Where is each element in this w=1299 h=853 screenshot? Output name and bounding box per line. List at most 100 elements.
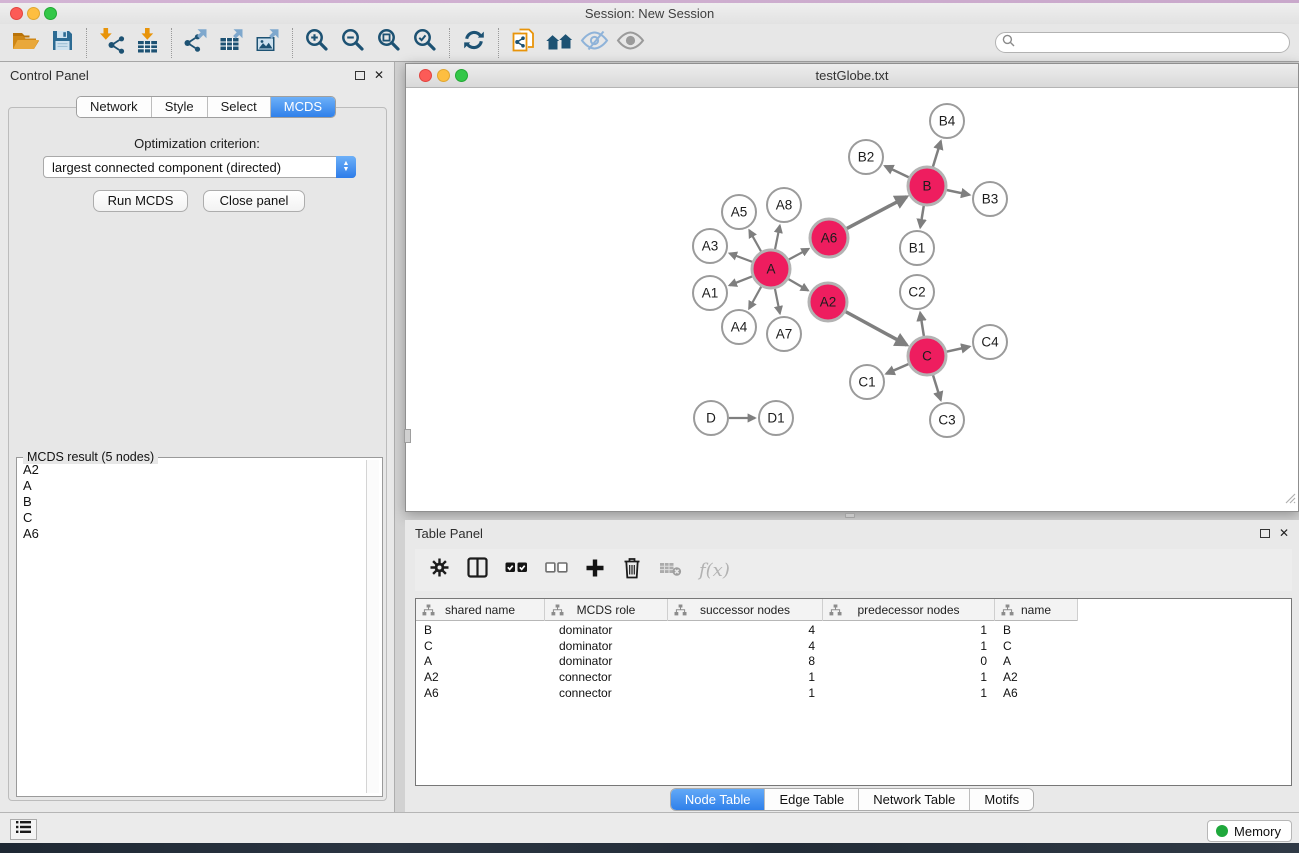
graph-edge-A6-B[interactable] <box>847 197 907 229</box>
select-all-button[interactable] <box>505 560 528 580</box>
splitter-handle[interactable] <box>845 513 855 518</box>
graph-edge-B-B2[interactable] <box>885 166 909 177</box>
cell-successor-nodes[interactable]: 8 <box>668 654 823 668</box>
close-panel-icon[interactable]: ✕ <box>374 70 384 80</box>
float-panel-icon[interactable] <box>355 71 365 80</box>
network-maximize-button[interactable] <box>455 69 468 82</box>
graph-edge-B-B1[interactable] <box>920 206 924 228</box>
graph-edge-A-A1[interactable] <box>730 276 753 285</box>
result-scrollbar[interactable] <box>366 460 379 793</box>
graph-node-A7[interactable]: A7 <box>767 317 801 351</box>
graph-node-D[interactable]: D <box>694 401 728 435</box>
cell-shared-name[interactable]: C <box>416 639 545 653</box>
graph-node-C[interactable]: C <box>908 337 946 375</box>
refresh-button[interactable] <box>456 26 492 60</box>
graph-edge-C-C4[interactable] <box>947 347 970 352</box>
birdseye-handle[interactable] <box>404 429 411 443</box>
mcds-result-list[interactable]: A2ABCA6 <box>18 462 364 792</box>
column-layout-button[interactable] <box>467 557 488 583</box>
graph-edge-B-B3[interactable] <box>947 190 970 195</box>
graph-node-B1[interactable]: B1 <box>900 231 934 265</box>
cell-successor-nodes[interactable]: 4 <box>668 623 823 637</box>
column-header-MCDS-role[interactable]: MCDS role <box>545 599 668 621</box>
cell-predecessor-nodes[interactable]: 0 <box>823 654 995 668</box>
close-panel-button[interactable]: Close panel <box>203 190 305 212</box>
cell-successor-nodes[interactable]: 1 <box>668 686 823 700</box>
graph-node-B2[interactable]: B2 <box>849 140 883 174</box>
tab-mcds[interactable]: MCDS <box>270 97 335 117</box>
cell-successor-nodes[interactable]: 4 <box>668 639 823 653</box>
task-history-button[interactable] <box>10 819 37 840</box>
network-minimize-button[interactable] <box>437 69 450 82</box>
graph-edge-A-A8[interactable] <box>775 226 780 250</box>
graph-node-A8[interactable]: A8 <box>767 188 801 222</box>
delete-column-button[interactable] <box>622 557 642 584</box>
result-item-A[interactable]: A <box>18 478 364 494</box>
zoom-selected-button[interactable] <box>407 26 443 60</box>
zoom-out-button[interactable] <box>335 26 371 60</box>
tab-node-table[interactable]: Node Table <box>671 789 765 810</box>
graph-node-B3[interactable]: B3 <box>973 182 1007 216</box>
table-row[interactable]: Adominator80A <box>416 654 1292 670</box>
tab-edge-table[interactable]: Edge Table <box>764 789 858 810</box>
graph-edge-A-A4[interactable] <box>749 287 761 309</box>
table-row[interactable]: Bdominator41B <box>416 622 1292 638</box>
column-header-successor-nodes[interactable]: successor nodes <box>668 599 823 621</box>
cell-predecessor-nodes[interactable]: 1 <box>823 670 995 684</box>
graph-edge-A-A7[interactable] <box>775 289 780 314</box>
resize-grip-icon[interactable] <box>1283 491 1296 509</box>
cell-predecessor-nodes[interactable]: 1 <box>823 686 995 700</box>
cell-name[interactable]: A <box>995 654 1078 668</box>
zoom-fit-button[interactable] <box>371 26 407 60</box>
graph-edge-A-A5[interactable] <box>749 230 761 251</box>
cell-name[interactable]: B <box>995 623 1078 637</box>
graph-node-A5[interactable]: A5 <box>722 195 756 229</box>
network-close-button[interactable] <box>419 69 432 82</box>
cell-name[interactable]: A6 <box>995 686 1078 700</box>
graph-edge-C-C1[interactable] <box>886 364 908 374</box>
graph-node-B4[interactable]: B4 <box>930 104 964 138</box>
criterion-dropdown[interactable]: largest connected component (directed) ▲… <box>43 156 356 178</box>
cell-name[interactable]: C <box>995 639 1078 653</box>
graph-edge-A-A6[interactable] <box>789 249 809 260</box>
home-button[interactable] <box>541 26 577 60</box>
search-input[interactable] <box>1015 34 1289 51</box>
memory-button[interactable]: Memory <box>1207 820 1292 842</box>
cell-MCDS-role[interactable]: dominator <box>545 623 668 637</box>
export-network-button[interactable] <box>178 26 214 60</box>
cell-MCDS-role[interactable]: dominator <box>545 639 668 653</box>
graph-node-A[interactable]: A <box>752 250 790 288</box>
network-graph-canvas[interactable]: B4B2BB3A8A5A6A3B1AA1C2A2A4A7CC4C1C3DD1 <box>406 89 1298 511</box>
maximize-window-button[interactable] <box>44 7 57 20</box>
graph-edge-B-B4[interactable] <box>933 141 941 167</box>
graph-edge-A2-C[interactable] <box>846 312 907 345</box>
tab-network-table[interactable]: Network Table <box>858 789 969 810</box>
import-network-button[interactable] <box>93 26 129 60</box>
result-item-A6[interactable]: A6 <box>18 526 364 542</box>
graph-edge-C-C3[interactable] <box>933 375 941 400</box>
result-item-C[interactable]: C <box>18 510 364 526</box>
tab-style[interactable]: Style <box>151 97 207 117</box>
gear-button[interactable] <box>429 557 450 583</box>
table-row[interactable]: A6connector11A6 <box>416 685 1292 701</box>
cell-predecessor-nodes[interactable]: 1 <box>823 623 995 637</box>
graph-edge-A-A2[interactable] <box>788 279 808 291</box>
cell-MCDS-role[interactable]: dominator <box>545 654 668 668</box>
graph-node-D1[interactable]: D1 <box>759 401 793 435</box>
network-window-titlebar[interactable]: testGlobe.txt <box>406 64 1298 88</box>
clone-network-button[interactable] <box>505 26 541 60</box>
cell-name[interactable]: A2 <box>995 670 1078 684</box>
deselect-all-button[interactable] <box>545 560 568 580</box>
graph-edge-C-C2[interactable] <box>920 313 924 337</box>
export-image-button[interactable] <box>250 26 286 60</box>
column-header-predecessor-nodes[interactable]: predecessor nodes <box>823 599 995 621</box>
folder-open-button[interactable] <box>8 26 44 60</box>
graph-node-A1[interactable]: A1 <box>693 276 727 310</box>
import-table-button[interactable] <box>129 26 165 60</box>
graph-edge-A-A3[interactable] <box>730 253 753 262</box>
save-button[interactable] <box>44 26 80 60</box>
cell-shared-name[interactable]: A <box>416 654 545 668</box>
graph-node-C3[interactable]: C3 <box>930 403 964 437</box>
zoom-in-button[interactable] <box>299 26 335 60</box>
hide-eye-button[interactable] <box>577 26 613 60</box>
